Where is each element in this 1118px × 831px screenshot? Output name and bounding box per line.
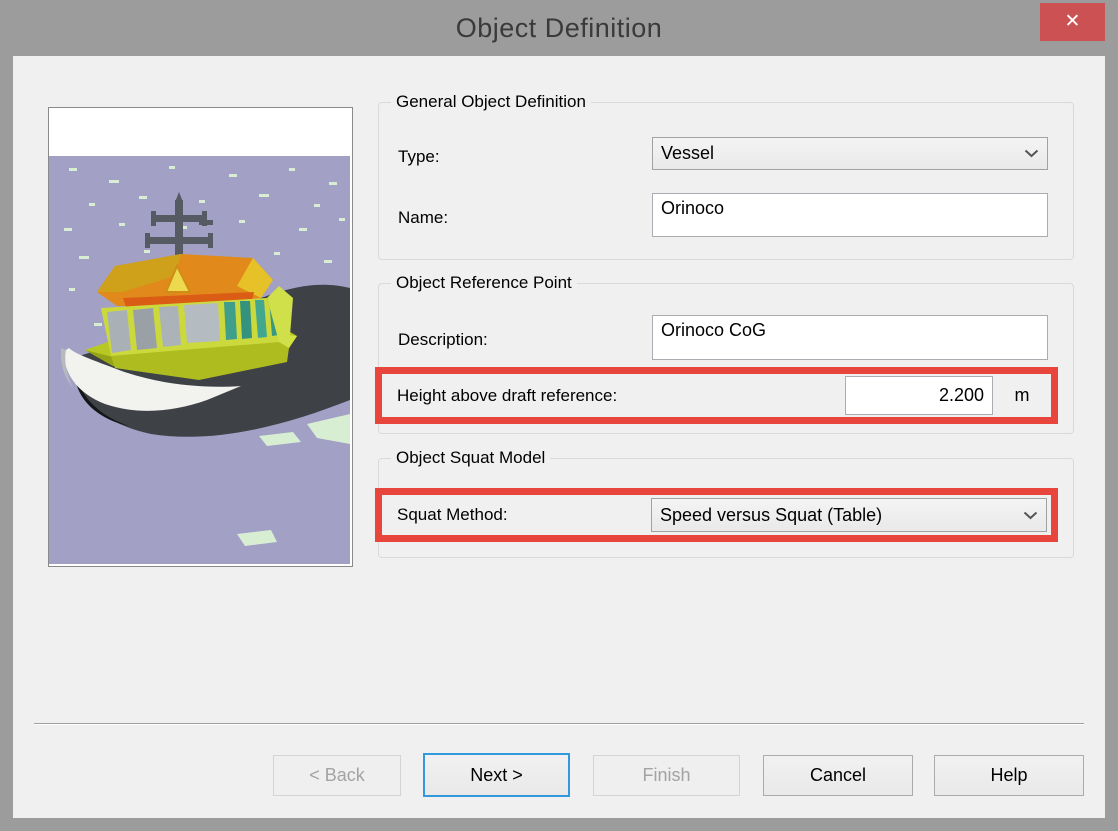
squat-method-dropdown[interactable]: Speed versus Squat (Table) (651, 498, 1047, 532)
dialog-title: Object Definition (0, 0, 1118, 52)
back-button[interactable]: < Back (273, 755, 401, 796)
button-separator-line (34, 723, 1084, 725)
close-button[interactable]: ✕ (1040, 3, 1105, 41)
help-button[interactable]: Help (934, 755, 1084, 796)
description-input[interactable] (652, 315, 1048, 360)
type-dropdown-value: Vessel (661, 143, 1018, 164)
squat-method-dropdown-value: Speed versus Squat (Table) (660, 505, 1017, 526)
close-icon: ✕ (1065, 11, 1081, 32)
finish-button[interactable]: Finish (593, 755, 740, 796)
chevron-down-icon (1023, 511, 1038, 520)
group-title-reference: Object Reference Point (391, 273, 577, 293)
next-button[interactable]: Next > (423, 753, 570, 797)
vessel-preview-frame (48, 107, 353, 567)
squat-method-label: Squat Method: (397, 505, 508, 525)
height-label: Height above draft reference: (397, 386, 617, 406)
name-label: Name: (398, 208, 448, 228)
type-dropdown[interactable]: Vessel (652, 137, 1048, 170)
vessel-preview-image (49, 108, 350, 564)
chevron-down-icon (1024, 149, 1039, 158)
object-definition-dialog: Object Definition ✕ (0, 0, 1118, 831)
type-label: Type: (398, 147, 440, 167)
group-general-object-definition: General Object Definition Type: Vessel N… (378, 102, 1074, 260)
group-title-squat: Object Squat Model (391, 448, 550, 468)
height-row-annotation-box: Height above draft reference: m (375, 367, 1058, 424)
group-title-general: General Object Definition (391, 92, 591, 112)
height-unit-label: m (993, 385, 1051, 406)
cancel-button[interactable]: Cancel (763, 755, 913, 796)
name-input[interactable] (652, 193, 1048, 237)
height-input[interactable] (845, 376, 993, 415)
description-label: Description: (398, 330, 488, 350)
squat-method-annotation-box: Squat Method: Speed versus Squat (Table) (375, 488, 1058, 542)
title-bar: Object Definition ✕ (0, 0, 1118, 56)
